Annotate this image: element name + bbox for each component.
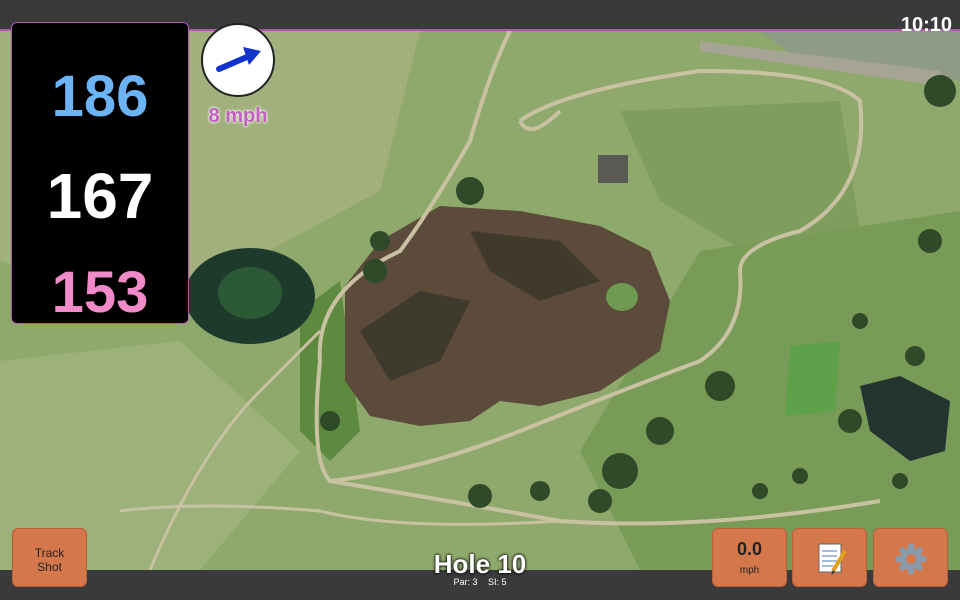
hole-info: Par: 3 SI: 5 <box>380 577 580 587</box>
settings-button[interactable] <box>873 528 948 587</box>
track-shot-button[interactable]: Track Shot <box>12 528 87 587</box>
track-shot-label-line2: Shot <box>37 560 62 574</box>
notes-button[interactable] <box>792 528 867 587</box>
back-distance: 186 <box>51 64 149 129</box>
middle-distance: 167 <box>46 160 154 232</box>
hole-stroke-index: SI: 5 <box>488 577 507 587</box>
hole-title: Hole 10 <box>433 549 527 579</box>
track-shot-label-line1: Track <box>34 546 65 560</box>
speed-value: 0.0 <box>736 539 763 559</box>
wind-direction-dial <box>201 23 275 97</box>
hole-par: Par: 3 <box>453 577 478 587</box>
speed-button[interactable]: 0.0 mph <box>712 528 787 587</box>
wind-speed: 8 mph <box>208 105 268 127</box>
distance-panel: 186 167 153 <box>11 22 189 325</box>
wind-arrow-icon <box>216 47 261 72</box>
speed-unit: mph <box>739 565 760 576</box>
front-distance: 153 <box>51 260 149 325</box>
notepad-icon <box>818 543 847 575</box>
gear-icon <box>896 544 926 574</box>
